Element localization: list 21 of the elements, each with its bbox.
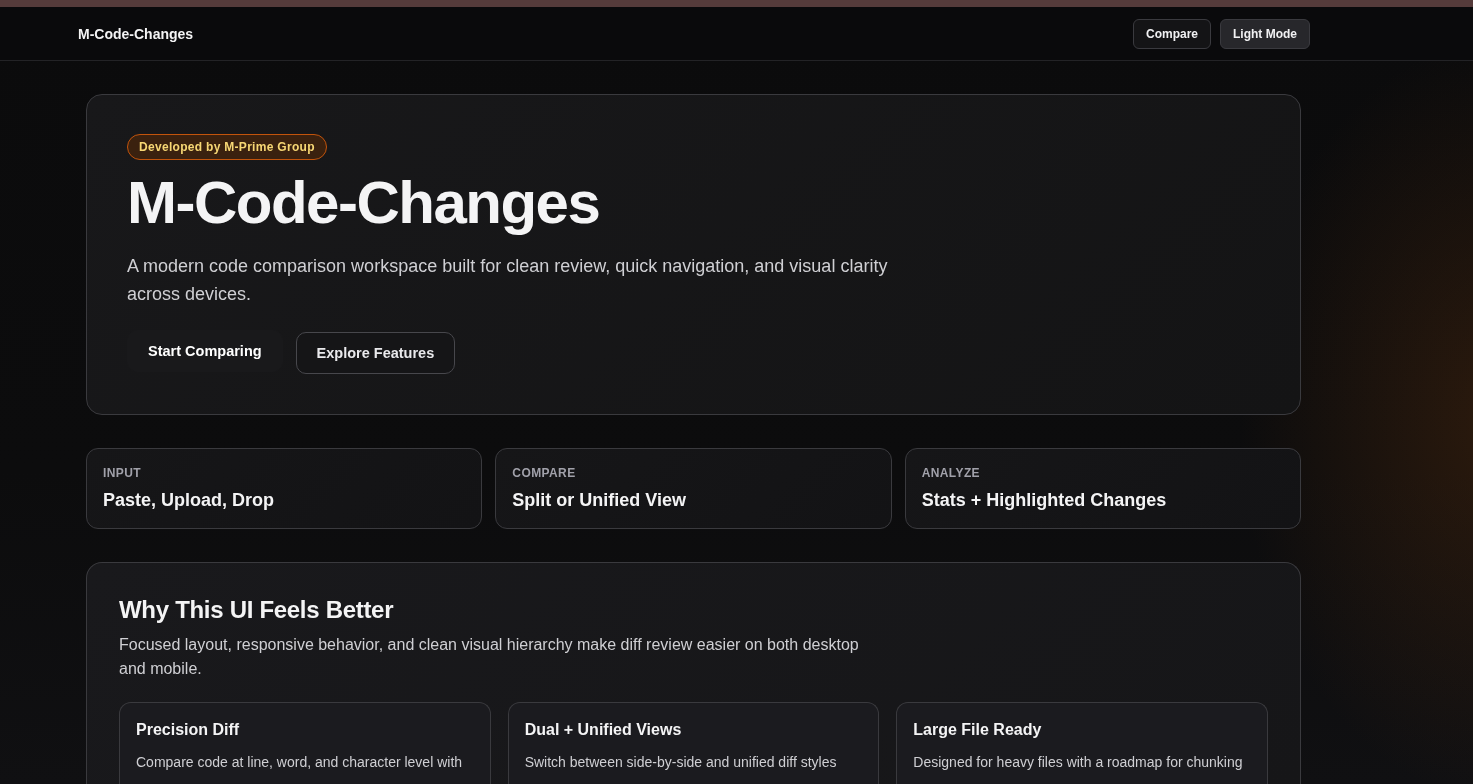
hero-description: A modern code comparison workspace built for clean review, quick navigation, and visual clarity across devices. — [127, 255, 889, 306]
step-label: ANALYZE — [921, 465, 981, 481]
nav-button[interactable]: Compare — [1133, 18, 1211, 49]
step-title: Split or Unified View — [512, 489, 687, 511]
step-label: INPUT — [103, 465, 141, 481]
theme-toggle-button[interactable]: Light Mode — [1220, 18, 1310, 49]
feature-title: Precision Diff — [136, 720, 240, 740]
step-title: Stats + Highlighted Changes — [921, 489, 1167, 511]
step-label: COMPARE — [512, 465, 576, 481]
developer-badge: Developed by M-Prime Group — [127, 134, 327, 160]
section-description: Focused layout, responsive behavior, and clean visual hierarchy make diff review easier on both desktop and mobile. — [119, 635, 860, 679]
step-title: Paste, Upload, Drop — [103, 489, 275, 511]
feature-description: Switch between side-by-side and unified diff styles — [524, 753, 837, 772]
feature-description: Designed for heavy files with a roadmap for chunking — [913, 753, 1243, 772]
feature-description: Compare code at line, word, and character level with — [136, 753, 463, 772]
feature-title: Large File Ready — [913, 720, 1042, 740]
secondary-button[interactable]: Explore Features — [295, 332, 456, 374]
hero-title: M-Code-Changes — [127, 172, 600, 234]
section-title: Why This UI Feels Better — [119, 595, 394, 625]
feature-title: Dual + Unified Views — [524, 720, 682, 740]
brand-name: M-Code-Changes — [78, 25, 194, 42]
